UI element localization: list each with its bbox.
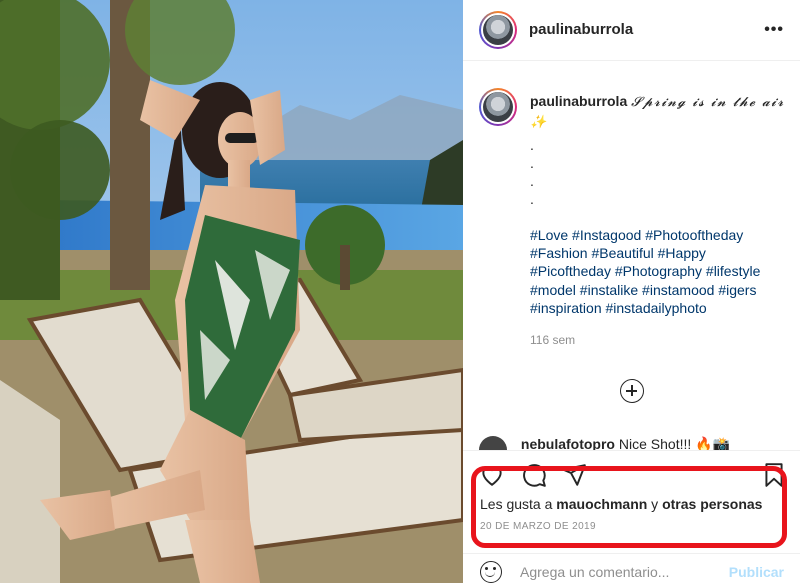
commenter-avatar[interactable] xyxy=(479,436,507,450)
heart-icon[interactable] xyxy=(479,462,505,488)
comment-bar: Publicar xyxy=(463,553,800,583)
likes-others[interactable]: otras personas xyxy=(662,496,762,512)
post-image xyxy=(0,0,463,583)
caption-time-ago[interactable]: 116 sem xyxy=(530,331,785,349)
comment-icon[interactable] xyxy=(521,462,547,488)
caption-avatar[interactable] xyxy=(479,88,517,126)
post-header: paulinaburrola ••• xyxy=(463,0,800,61)
bookmark-icon[interactable] xyxy=(761,462,787,488)
likes-text: Les gusta a mauochmann y otras personas xyxy=(480,496,762,512)
comment-item: nebulafotopro Nice Shot!!! 🔥📸 xyxy=(479,436,730,450)
caption-dot: . xyxy=(530,137,534,153)
comment-text: Nice Shot!!! 🔥📸 xyxy=(618,436,731,450)
post-photo[interactable] xyxy=(0,0,463,583)
comments-section[interactable]: paulinaburrola 𝓢𝓹𝓻𝓲𝓷𝓰 𝓲𝓼 𝓲𝓷 𝓽𝓱𝓮 𝓪𝓲𝓻 ✨ . … xyxy=(463,62,800,450)
likes-user[interactable]: mauochmann xyxy=(556,496,647,512)
caption-dots: . . . . xyxy=(530,136,785,208)
comment-username[interactable]: nebulafotopro xyxy=(521,436,615,450)
caption-hashtags[interactable]: #Love #Instagood #Photooftheday #Fashion… xyxy=(530,226,785,317)
caption-dot: . xyxy=(530,173,534,189)
header-username[interactable]: paulinaburrola xyxy=(529,21,633,38)
likes-joiner: y xyxy=(647,496,663,512)
caption-dot: . xyxy=(530,155,534,171)
likes-prefix: Les gusta a xyxy=(480,496,557,512)
post-date[interactable]: 20 DE MARZO DE 2019 xyxy=(480,521,596,532)
post-caption: paulinaburrola 𝓢𝓹𝓻𝓲𝓷𝓰 𝓲𝓼 𝓲𝓷 𝓽𝓱𝓮 𝓪𝓲𝓻 ✨ . … xyxy=(530,92,785,349)
caption-dot: . xyxy=(530,191,534,207)
profile-avatar[interactable] xyxy=(479,11,517,49)
comment-input[interactable] xyxy=(520,564,710,580)
load-more-comments-icon[interactable] xyxy=(620,379,644,403)
more-options-icon[interactable]: ••• xyxy=(764,22,784,38)
share-icon[interactable] xyxy=(561,462,587,488)
post-comment-button[interactable]: Publicar xyxy=(729,564,784,580)
caption-username[interactable]: paulinaburrola xyxy=(530,93,627,109)
emoji-icon[interactable] xyxy=(480,561,502,583)
post-details-panel: paulinaburrola ••• paulinaburrola 𝓢𝓹𝓻𝓲𝓷𝓰… xyxy=(463,0,800,583)
